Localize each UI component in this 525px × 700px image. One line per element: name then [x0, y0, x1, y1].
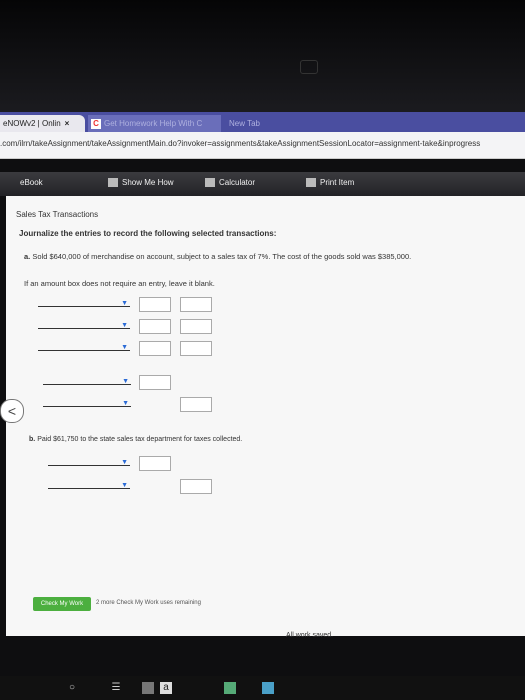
- browser-tab-bar: eNOWv2 | Onlin × C Get Homework Help With …: [0, 112, 525, 132]
- close-icon[interactable]: ×: [65, 119, 70, 128]
- device-bezel: [0, 0, 525, 112]
- chevron-down-icon: ▼: [121, 482, 128, 489]
- ebook-icon[interactable]: ☰: [110, 682, 122, 694]
- part-a-text: a. Sold $640,000 of merchandise on accou…: [24, 252, 412, 261]
- chevron-down-icon: ▼: [122, 400, 129, 407]
- assignment-toolbar: eBook Show Me How Calculator Print Item: [0, 172, 525, 196]
- chegg-icon: C: [91, 119, 101, 129]
- a-icon[interactable]: a: [160, 682, 172, 694]
- show-me-how-button[interactable]: Show Me How: [108, 178, 174, 188]
- ebook-button[interactable]: eBook: [20, 178, 43, 187]
- credit-input[interactable]: [180, 341, 212, 356]
- print-icon: [306, 178, 316, 188]
- account-dropdown[interactable]: ▼: [43, 400, 131, 407]
- remaining-uses-text: 2 more Check My Work uses remaining: [96, 600, 201, 606]
- calculator-button[interactable]: Calculator: [205, 178, 255, 188]
- account-dropdown[interactable]: ▼: [38, 300, 130, 307]
- tab-enowv2[interactable]: eNOWv2 | Onlin ×: [0, 115, 85, 132]
- chrome-icon[interactable]: [262, 682, 274, 694]
- account-dropdown[interactable]: ▼: [38, 322, 130, 329]
- url-text[interactable]: .com/ilrn/takeAssignment/takeAssignmentM…: [0, 139, 480, 148]
- problem-content: Sales Tax Transactions Journalize the en…: [0, 196, 525, 639]
- debit-input[interactable]: [139, 341, 171, 356]
- print-item-button[interactable]: Print Item: [306, 178, 354, 188]
- tab-homework-help[interactable]: C Get Homework Help With C: [88, 115, 221, 132]
- credit-input[interactable]: [180, 319, 212, 334]
- credit-input[interactable]: [180, 297, 212, 312]
- address-bar[interactable]: .com/ilrn/takeAssignment/takeAssignmentM…: [0, 132, 525, 159]
- chevron-down-icon: ▼: [121, 300, 128, 307]
- tab-label: eNOWv2 | Onlin: [3, 119, 61, 128]
- taskbar: ○ ☰ a: [0, 676, 525, 700]
- tab-new-tab[interactable]: New Tab: [226, 115, 299, 132]
- chevron-left-icon[interactable]: <: [0, 399, 24, 423]
- credit-input[interactable]: [180, 479, 212, 494]
- photo-icon[interactable]: [224, 682, 236, 694]
- blank-note: If an amount box does not require an ent…: [24, 279, 215, 288]
- tab-label: Get Homework Help With C: [104, 119, 203, 128]
- tab-label: New Tab: [229, 119, 260, 128]
- camera-icon: [300, 60, 318, 74]
- chevron-down-icon: ▼: [122, 378, 129, 385]
- problem-title: Sales Tax Transactions: [16, 210, 99, 219]
- save-status: All work saved.: [286, 632, 334, 639]
- part-b-text: b. Paid $61,750 to the state sales tax d…: [29, 436, 243, 443]
- circle-icon[interactable]: ○: [66, 682, 78, 694]
- debit-input[interactable]: [139, 297, 171, 312]
- app-icon[interactable]: [142, 682, 154, 694]
- credit-input[interactable]: [180, 397, 212, 412]
- chevron-down-icon: ▼: [121, 322, 128, 329]
- calculator-icon: [205, 178, 215, 188]
- account-dropdown[interactable]: ▼: [48, 482, 130, 489]
- debit-input[interactable]: [139, 319, 171, 334]
- instruction-text: Journalize the entries to record the fol…: [19, 229, 277, 238]
- chevron-down-icon: ▼: [121, 459, 128, 466]
- account-dropdown[interactable]: ▼: [38, 344, 130, 351]
- debit-input[interactable]: [139, 456, 171, 471]
- video-icon: [108, 178, 118, 188]
- check-my-work-button[interactable]: Check My Work: [33, 597, 91, 611]
- debit-input[interactable]: [139, 375, 171, 390]
- account-dropdown[interactable]: ▼: [48, 459, 130, 466]
- chevron-down-icon: ▼: [121, 344, 128, 351]
- account-dropdown[interactable]: ▼: [43, 378, 131, 385]
